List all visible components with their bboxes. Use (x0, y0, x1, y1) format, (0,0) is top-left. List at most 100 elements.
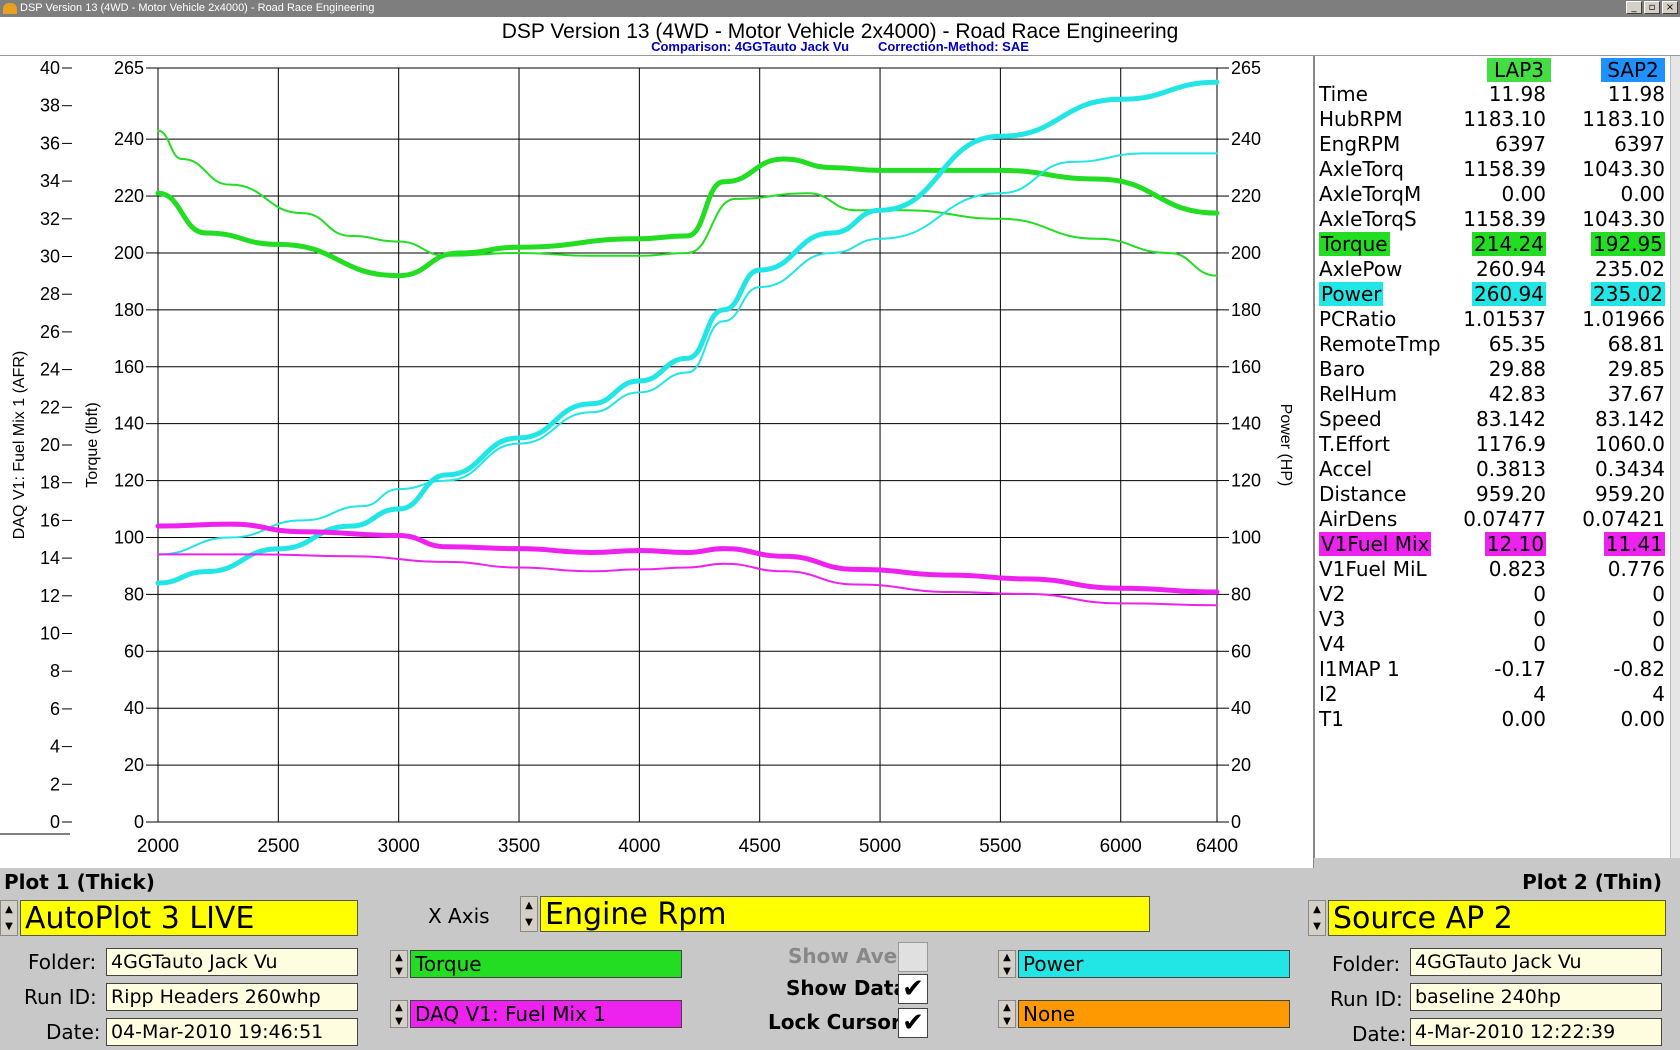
data-row: Time 11.98 11.98 (1315, 82, 1671, 106)
data-row: I2 4 4 (1315, 682, 1671, 706)
data-row-value-run2: -0.82 (1613, 657, 1665, 681)
data-row-value-run2: 83.142 (1595, 407, 1665, 431)
data-row: Torque 214.24 192.95 (1315, 232, 1671, 256)
plot1-date-label: Date: (46, 1020, 101, 1044)
plot1-source-spinner[interactable]: ▲ ▼ (0, 900, 18, 936)
data-row: AxleTorqS 1158.39 1043.30 (1315, 207, 1671, 231)
data-row-name: HubRPM (1319, 107, 1403, 131)
x-axis-field[interactable]: Engine Rpm (540, 896, 1150, 932)
plot2-source-spinner[interactable]: ▲ ▼ (1308, 900, 1326, 936)
lock-cursor-checkbox[interactable]: ✔ (898, 1008, 928, 1038)
column-header-run1: LAP3 (1487, 58, 1551, 82)
dyno-chart[interactable]: 2000 2500 3000 3500 4000 4500 5000 5500 6000 6400… (0, 56, 1314, 868)
torque-tick-label: 80 (124, 584, 144, 604)
data-row: PCRatio 1.01537 1.01966 (1315, 307, 1671, 331)
x-tick-label: 3500 (498, 836, 540, 857)
correction-method-label: Correction-Method: SAE (877, 39, 1029, 54)
dyno-chart-svg[interactable]: 2000 2500 3000 3500 4000 4500 5000 5500 6000 6400… (0, 56, 1313, 868)
afr-tick-label: 26 (40, 322, 60, 342)
close-button[interactable]: × (1662, 1, 1678, 14)
channel2-field[interactable]: DAQ V1: Fuel Mix 1 (410, 1000, 682, 1028)
channel2-spinner[interactable]: ▲ ▼ (390, 1000, 408, 1028)
data-row-value-run1: 6397 (1495, 132, 1546, 156)
x-tick-label: 6400 (1196, 836, 1238, 857)
channel1-field[interactable]: Torque (410, 950, 682, 978)
torque-tick-label: 60 (124, 641, 144, 661)
data-row-name: V1Fuel MiL (1319, 557, 1427, 581)
channel1-spinner[interactable]: ▲ ▼ (390, 950, 408, 978)
data-row-value-run2: 1060.0 (1595, 432, 1665, 456)
data-row-value-run1: 959.20 (1476, 482, 1546, 506)
data-row-value-run1: 260.94 (1472, 282, 1546, 306)
show-ave-checkbox[interactable] (898, 942, 928, 972)
afr-tick-label: 4 (50, 737, 60, 757)
data-row-value-run1: 1183.10 (1463, 107, 1546, 131)
data-panel-scrollbar[interactable] (1670, 56, 1680, 858)
torque-tick-label: 100 (114, 527, 144, 547)
afr-tick-label: 0 (50, 812, 60, 832)
comparison-label: Comparison: 4GGTauto Jack Vu (651, 39, 850, 54)
channel4-field[interactable]: None (1018, 1000, 1290, 1028)
data-row-value-run2: 0 (1652, 607, 1665, 631)
data-row-value-run2: 0.00 (1620, 182, 1665, 206)
show-data-checkbox[interactable]: ✔ (898, 974, 928, 1004)
afr-tick-label: 6 (50, 699, 60, 719)
channel4-spinner[interactable]: ▲ ▼ (998, 1000, 1016, 1028)
power-tick-label: 40 (1231, 698, 1251, 718)
data-row-name: I1MAP 1 (1319, 657, 1400, 681)
plot2-runid-field[interactable]: baseline 240hp (1410, 983, 1662, 1011)
afr-tick-label: 12 (40, 586, 60, 606)
plot2-date-field[interactable]: 4-Mar-2010 12:22:39 (1410, 1018, 1662, 1046)
data-row: I1MAP 1 -0.17 -0.82 (1315, 657, 1671, 681)
plot1-source-field[interactable]: AutoPlot 3 LIVE (20, 900, 358, 936)
app-logo-icon (3, 3, 17, 14)
channel3-field[interactable]: Power (1018, 950, 1290, 978)
data-row-value-run2: 1043.30 (1582, 207, 1665, 231)
data-row-value-run2: 235.02 (1595, 257, 1665, 281)
plot1-label: Plot 1 (Thick) (4, 870, 155, 894)
plot1-date-field[interactable]: 04-Mar-2010 19:46:51 (106, 1018, 358, 1046)
plot2-source-field[interactable]: Source AP 2 (1328, 900, 1666, 936)
data-row-value-run1: 1158.39 (1463, 157, 1546, 181)
data-row: V3 0 0 (1315, 607, 1671, 631)
plot1-folder-field[interactable]: 4GGTauto Jack Vu (106, 948, 358, 976)
data-row-name: T1 (1319, 707, 1344, 731)
data-row-value-run1: 0.00 (1501, 182, 1546, 206)
plot2-folder-field[interactable]: 4GGTauto Jack Vu (1410, 948, 1662, 976)
data-row: EngRPM 6397 6397 (1315, 132, 1671, 156)
data-row-value-run2: 0.776 (1607, 557, 1665, 581)
data-row-value-run1: 0.3813 (1476, 457, 1546, 481)
chart-header: DSP Version 13 (4WD - Motor Vehicle 2x40… (0, 17, 1680, 56)
data-row: V4 0 0 (1315, 632, 1671, 656)
data-row-value-run1: 83.142 (1476, 407, 1546, 431)
data-row-name: V3 (1319, 607, 1346, 631)
data-row-name: PCRatio (1319, 307, 1397, 331)
power-tick-label: 60 (1231, 641, 1251, 661)
plot2-folder-label: Folder: (1332, 952, 1401, 976)
x-tick-label: 5500 (979, 836, 1021, 857)
afr-tick-label: 22 (40, 397, 60, 417)
plot1-runid-field[interactable]: Ripp Headers 260whp (106, 983, 358, 1011)
torque-tick-label: 240 (114, 129, 144, 149)
afr-tick-label: 36 (40, 133, 60, 153)
torque-axis-label: Torque (lbft) (84, 402, 101, 487)
x-tick-label: 5000 (859, 836, 901, 857)
data-row: V1Fuel Mix 12.10 11.41 (1315, 532, 1671, 556)
maximize-button[interactable]: ▫ (1644, 1, 1660, 14)
torque-tick-label: 180 (114, 300, 144, 320)
x-axis-spinner[interactable]: ▲ ▼ (520, 896, 538, 932)
data-row-value-run1: 42.83 (1488, 382, 1546, 406)
plot1-runid-label: Run ID: (24, 985, 97, 1009)
data-row-value-run2: 68.81 (1607, 332, 1665, 356)
x-tick-label: 2000 (137, 836, 179, 857)
torque-tick-label: 40 (124, 698, 144, 718)
data-row-name: V4 (1319, 632, 1346, 656)
data-row: T1 0.00 0.00 (1315, 707, 1671, 731)
channel3-spinner[interactable]: ▲ ▼ (998, 950, 1016, 978)
plot1-folder-label: Folder: (28, 950, 97, 974)
data-row: V2 0 0 (1315, 582, 1671, 606)
data-row-value-run1: 1158.39 (1463, 207, 1546, 231)
minimize-button[interactable]: _ (1626, 1, 1642, 14)
data-row-value-run2: 235.02 (1591, 282, 1665, 306)
data-row: AxleTorqM 0.00 0.00 (1315, 182, 1671, 206)
